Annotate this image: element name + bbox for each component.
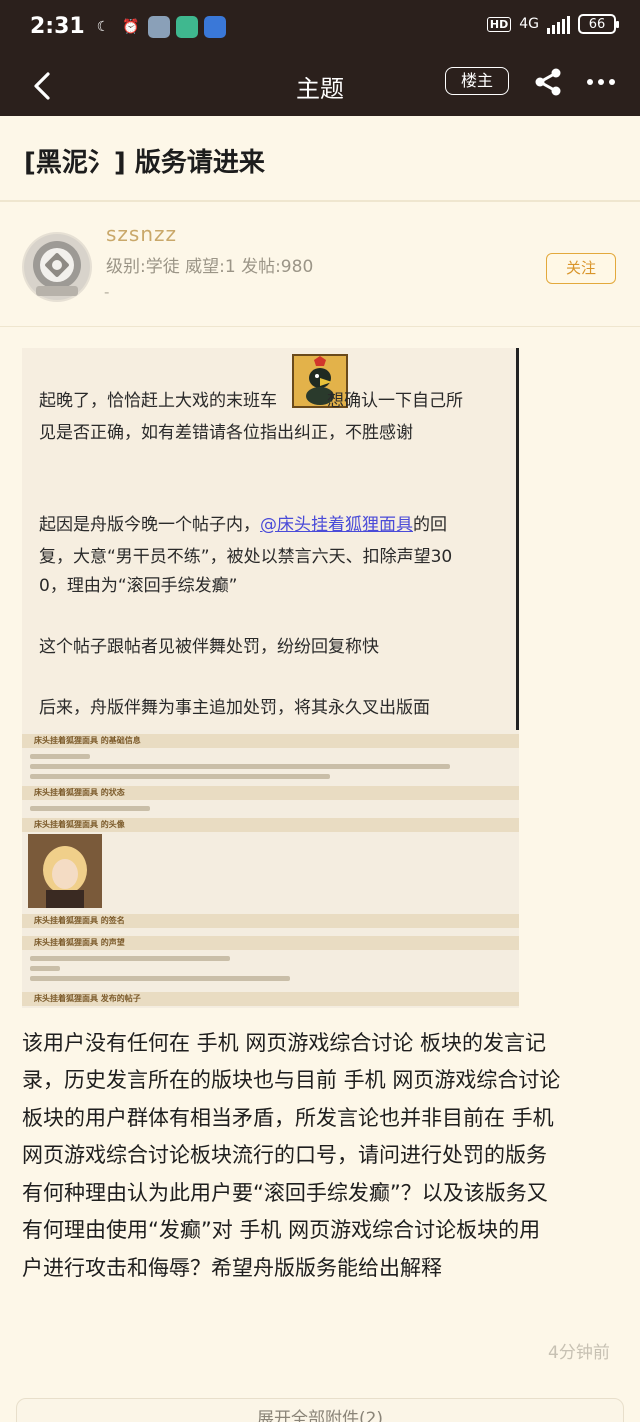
status-right: HD 4G 66 xyxy=(486,14,619,34)
post-body-line: 网页游戏综合讨论板块流行的口号，请问进行处罚的版务 xyxy=(22,1143,547,1167)
post-body-line: 录，历史发言所在的版块也与目前 手机 网页游戏综合讨论 xyxy=(22,1068,561,1092)
profile-section-header: 床头挂着狐狸面具 的签名 xyxy=(22,914,519,928)
battery-icon: 66 xyxy=(578,14,619,34)
post-body-line: 有何种理由认为此用户要“滚回手综发癫”？以及该版务又 xyxy=(22,1181,548,1205)
profile-section-header: 床头挂着狐狸面具 的状态 xyxy=(22,786,519,800)
status-icons: ☾ ⏰ xyxy=(92,16,226,38)
profile-section-header: 床头挂着狐狸面具 的基础信息 xyxy=(22,734,519,748)
post-body-line: 有何理由使用“发癫”对 手机 网页游戏综合讨论板块的用 xyxy=(22,1218,541,1242)
blurred-text xyxy=(30,754,90,759)
app-icon-2 xyxy=(176,16,198,38)
status-time: 2:31 xyxy=(30,14,85,39)
blurred-text xyxy=(30,966,60,971)
image-text-line: 起因是舟版今晚一个帖子内，@床头挂着狐狸面具的回 xyxy=(39,515,447,535)
divider xyxy=(0,200,640,202)
expand-attachments-button[interactable]: 展开全部附件(2) xyxy=(16,1398,624,1422)
follow-button[interactable]: 关注 xyxy=(546,253,616,284)
mention-link: @床头挂着狐狸面具 xyxy=(260,515,413,535)
author-meta: 级别:学徒 威望:1 发帖:980 xyxy=(106,257,314,277)
louzhu-button[interactable]: 楼主 xyxy=(445,67,509,95)
diving-helmet-icon xyxy=(24,234,90,300)
profile-section-header: 床头挂着狐狸面具 发布的帖子 xyxy=(22,992,519,1006)
signal-icon xyxy=(547,14,570,34)
image-text-line: 复，大意“男干员不练”，被处以禁言六天、扣除声望30 xyxy=(39,547,453,567)
author-name[interactable]: szsnzz xyxy=(106,222,177,246)
post-body-line: 户进行攻击和侮辱？希望舟版版务能给出解释 xyxy=(22,1256,442,1280)
post-body-line: 该用户没有任何在 手机 网页游戏综合讨论 板块的发言记 xyxy=(22,1031,547,1055)
image-text-line: 起晚了，恰恰赶上大戏的末班车 想确认一下自己所 xyxy=(39,391,463,411)
post-body-line: 板块的用户群体有相当矛盾，所发言论也并非目前在 手机 xyxy=(22,1106,554,1130)
blurred-text xyxy=(30,806,150,811)
moon-icon: ☾ xyxy=(96,19,110,35)
app-icon-1 xyxy=(148,16,170,38)
alarm-icon: ⏰ xyxy=(122,19,140,35)
profile-section-header: 床头挂着狐狸面具 的头像 xyxy=(22,818,519,832)
network-label: 4G xyxy=(519,16,539,32)
status-bar: 2:31 ☾ ⏰ HD 4G 66 xyxy=(0,0,640,58)
divider xyxy=(0,326,640,327)
app-icon-3 xyxy=(204,16,226,38)
image-text-line: 0，理由为“滚回手综发癫” xyxy=(39,576,238,596)
blurred-text xyxy=(30,956,230,961)
more-icon[interactable] xyxy=(585,66,617,98)
avatar[interactable] xyxy=(22,232,92,302)
blurred-text xyxy=(30,976,290,981)
user-portrait-image xyxy=(28,834,102,908)
blurred-text xyxy=(30,764,450,769)
image-text-line: 后来，舟版伴舞为事主追加处罚，将其永久叉出版面 xyxy=(39,698,430,718)
app-bar: 主题 楼主 xyxy=(0,58,640,116)
image-text-line: 见是否正确，如有差错请各位指出纠正，不胜感谢 xyxy=(39,423,413,443)
share-icon[interactable] xyxy=(532,66,564,98)
post-timestamp: 4分钟前 xyxy=(548,1343,610,1363)
post-image-2[interactable]: 床头挂着狐狸面具 的基础信息 床头挂着狐狸面具 的状态 床头挂着狐狸面具 的头像… xyxy=(22,730,519,1008)
profile-section-header: 床头挂着狐狸面具 的声望 xyxy=(22,936,519,950)
image-text-line: 这个帖子跟帖者见被伴舞处罚，纷纷回复称快 xyxy=(39,637,379,657)
hd-icon: HD xyxy=(486,16,512,32)
author-meta-extra: - xyxy=(104,283,110,301)
post-image-1[interactable]: 起晚了，恰恰赶上大戏的末班车 想确认一下自己所 见是否正确，如有差错请各位指出纠正… xyxy=(22,348,519,730)
thread-title: [黑泥氵] 版务请进来 xyxy=(24,148,265,178)
blurred-text xyxy=(30,774,330,779)
